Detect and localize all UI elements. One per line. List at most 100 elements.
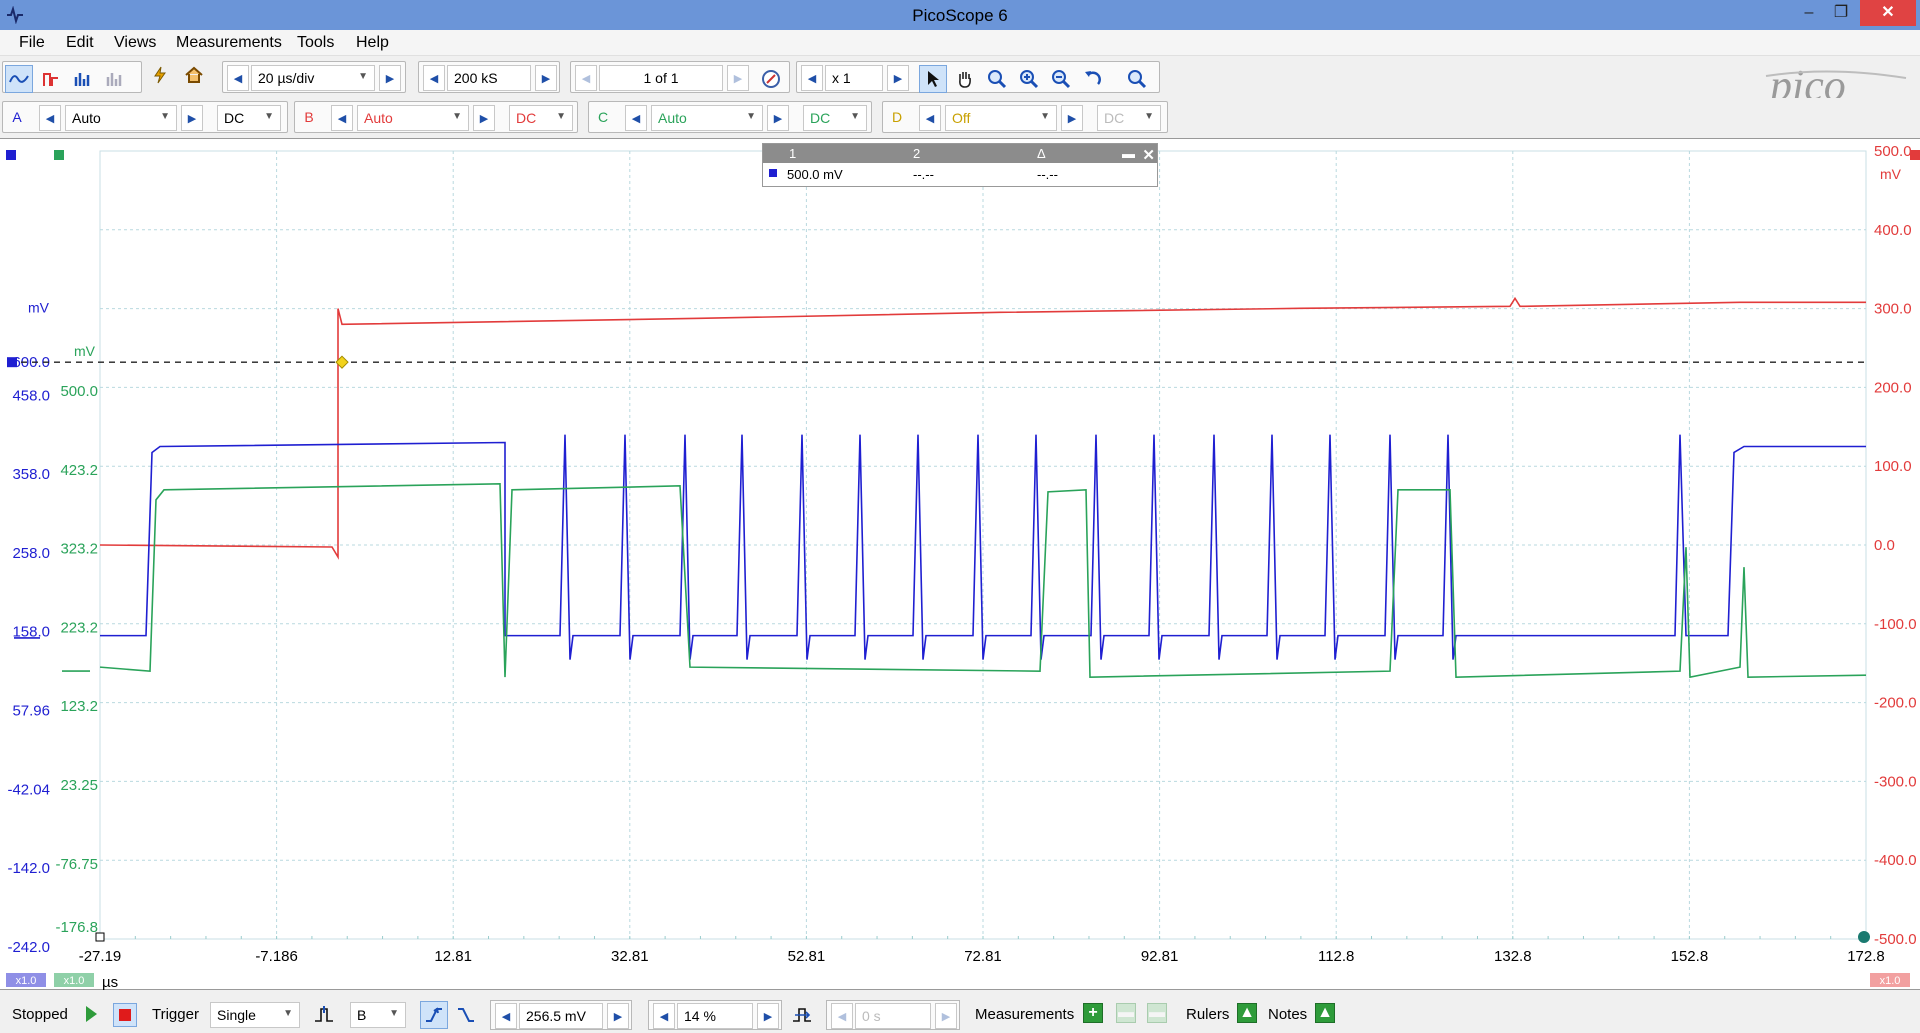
menu-views[interactable]: Views <box>114 34 156 52</box>
timebase-next-button[interactable]: ▶ <box>379 65 401 91</box>
hand-tool-icon[interactable] <box>951 65 979 93</box>
channel-b-range-prev-button[interactable]: ◀ <box>331 105 353 131</box>
persistence-mode-icon[interactable] <box>37 65 65 93</box>
channel-c-swatch[interactable] <box>54 150 64 160</box>
channel-d-range-select[interactable]: Off <box>945 105 1057 131</box>
channel-d-label[interactable]: D <box>885 105 909 131</box>
zoom-overview-icon[interactable] <box>1123 65 1151 93</box>
x-tick-label: -27.19 <box>79 948 122 965</box>
samples-field[interactable]: 200 kS <box>447 65 531 91</box>
post-trigger-delay-icon[interactable] <box>788 1001 816 1029</box>
probe-icon[interactable] <box>146 61 174 89</box>
channel-a-range-select[interactable]: Auto <box>65 105 177 131</box>
trigger-level-field[interactable]: 256.5 mV <box>519 1003 603 1029</box>
menu-edit[interactable]: Edit <box>66 34 94 52</box>
undo-zoom-icon[interactable] <box>1079 65 1107 93</box>
channel-b-label[interactable]: B <box>297 105 321 131</box>
samples-group: ◀ 200 kS ▶ <box>418 61 560 93</box>
edit-measurement-icon[interactable]: ▬ <box>1116 1003 1136 1023</box>
ruler-legend[interactable]: 1 2 Δ ▬ ✕ 500.0 mV --.-- --.-- <box>762 143 1158 187</box>
rulers-label: Rulers <box>1186 1006 1230 1023</box>
zoom-factor-field[interactable]: x 1 <box>825 65 883 91</box>
samples-next-button[interactable]: ▶ <box>535 65 557 91</box>
channel-a-coupling-select[interactable]: DC <box>217 105 281 131</box>
channel-a-tick-label: 358.0 <box>12 466 50 483</box>
channel-b-range-next-button[interactable]: ▶ <box>473 105 495 131</box>
home-icon[interactable] <box>180 61 208 89</box>
menu-help[interactable]: Help <box>356 34 389 52</box>
channel-d-range-prev-button[interactable]: ◀ <box>919 105 941 131</box>
start-icon[interactable] <box>86 1006 97 1022</box>
channel-c-tick-label: 423.2 <box>60 462 98 479</box>
scope-mode-icon[interactable] <box>5 65 33 93</box>
channel-a-range-prev-button[interactable]: ◀ <box>39 105 61 131</box>
buffer-overview-icon[interactable] <box>757 65 785 93</box>
zoom-next-button[interactable]: ▶ <box>887 65 909 91</box>
zoom-prev-button[interactable]: ◀ <box>801 65 823 91</box>
spectrum-mode-icon[interactable] <box>69 65 97 93</box>
delay-prev-button[interactable]: ◀ <box>831 1003 853 1029</box>
channel-a-range-next-button[interactable]: ▶ <box>181 105 203 131</box>
channel-a-group: A ◀ Auto ▶ DC <box>2 101 288 133</box>
maximize-button[interactable]: ❐ <box>1826 0 1856 26</box>
zoom-group: ◀ x 1 ▶ <box>796 61 1160 93</box>
close-button[interactable]: ✕ <box>1860 0 1916 26</box>
status-bar: Stopped Trigger Single B ◀ 256.5 mV ▶ ◀ … <box>0 997 1920 1033</box>
delete-measurement-icon[interactable]: ▬ <box>1147 1003 1167 1023</box>
buffer-prev-button[interactable]: ◀ <box>575 65 597 91</box>
trigger-level-prev-button[interactable]: ◀ <box>495 1003 517 1029</box>
menu-file[interactable]: File <box>19 34 45 52</box>
pointer-tool-icon[interactable] <box>919 65 947 93</box>
channel-a-tick-label: 458.0 <box>12 387 50 404</box>
minimize-icon[interactable]: ▬ <box>1122 146 1135 161</box>
zoom-area-icon[interactable] <box>983 65 1011 93</box>
minimize-button[interactable]: ‒ <box>1795 0 1823 26</box>
channel-c-coupling-select[interactable]: DC <box>803 105 867 131</box>
ruler-col-1: 1 <box>789 146 797 161</box>
delay-field[interactable]: 0 s <box>855 1003 931 1029</box>
buffer-next-button[interactable]: ▶ <box>727 65 749 91</box>
zoom-in-icon[interactable] <box>1015 65 1043 93</box>
channel-d-range-next-button[interactable]: ▶ <box>1061 105 1083 131</box>
close-icon[interactable]: ✕ <box>1142 146 1155 164</box>
timebase-prev-button[interactable]: ◀ <box>227 65 249 91</box>
menu-measurements[interactable]: Measurements <box>176 34 282 52</box>
pretrigger-prev-button[interactable]: ◀ <box>653 1003 675 1029</box>
scope-view[interactable]: -27.19 -7.186 12.81 32.81 52.81 72.81 92.81 112… <box>0 138 1920 991</box>
channel-c-tick-label: 23.25 <box>60 777 98 794</box>
channel-c-range-prev-button[interactable]: ◀ <box>625 105 647 131</box>
timebase-select[interactable]: 20 µs/div <box>251 65 375 91</box>
channel-b-swatch[interactable] <box>1910 150 1920 160</box>
channel-c-range-select[interactable]: Auto <box>651 105 763 131</box>
stop-button[interactable] <box>113 1003 137 1027</box>
channel-d-group: D ◀ Off ▶ DC <box>882 101 1168 133</box>
add-measurement-icon[interactable]: + <box>1083 1003 1103 1023</box>
channel-b-tick-label: -400.0 <box>1874 852 1917 869</box>
trigger-level-next-button[interactable]: ▶ <box>607 1003 629 1029</box>
trigger-mode-select[interactable]: Single <box>210 1002 300 1028</box>
channel-b-tick-label: 300.0 <box>1874 301 1912 318</box>
channel-c-range-next-button[interactable]: ▶ <box>767 105 789 131</box>
rulers-toggle-icon[interactable]: ▲ <box>1237 1003 1257 1023</box>
delay-next-button[interactable]: ▶ <box>935 1003 957 1029</box>
samples-prev-button[interactable]: ◀ <box>423 65 445 91</box>
channel-a-swatch[interactable] <box>6 150 16 160</box>
pretrigger-field[interactable]: 14 % <box>677 1003 753 1029</box>
buffer-counter[interactable]: 1 of 1 <box>599 65 723 91</box>
channel-a-label[interactable]: A <box>5 105 29 131</box>
notes-toggle-icon[interactable]: ▲ <box>1315 1003 1335 1023</box>
trigger-source-select[interactable]: B <box>350 1002 406 1028</box>
serial-mode-icon[interactable] <box>101 65 129 93</box>
pretrigger-next-button[interactable]: ▶ <box>757 1003 779 1029</box>
zoom-out-icon[interactable] <box>1047 65 1075 93</box>
rising-edge-icon[interactable] <box>420 1001 448 1029</box>
advanced-trigger-icon[interactable] <box>310 1001 338 1029</box>
channel-b-coupling-select[interactable]: DC <box>509 105 573 131</box>
channel-d-coupling-select[interactable]: DC <box>1097 105 1161 131</box>
falling-edge-icon[interactable] <box>452 1001 480 1029</box>
channel-c-label[interactable]: C <box>591 105 615 131</box>
channel-b-range-select[interactable]: Auto <box>357 105 469 131</box>
x-tick-label: 12.81 <box>434 948 472 965</box>
menu-tools[interactable]: Tools <box>297 34 334 52</box>
scope-graph[interactable]: -27.19 -7.186 12.81 32.81 52.81 72.81 92.81 112… <box>0 139 1920 991</box>
